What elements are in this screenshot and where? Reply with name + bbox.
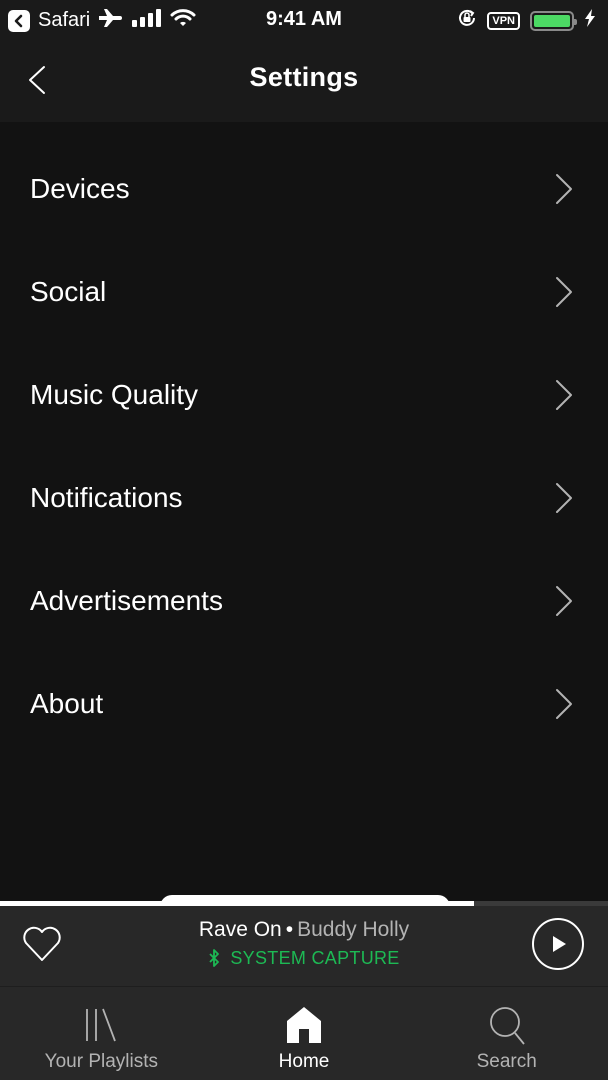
tab-label: Search	[476, 1051, 537, 1072]
vpn-badge: VPN	[487, 11, 520, 30]
menu-item-label: Devices	[30, 172, 130, 204]
status-bar: Safari 9:41 AM VPN	[0, 0, 608, 40]
menu-item-advertisements[interactable]: Advertisements	[0, 567, 608, 670]
menu-item-devices[interactable]: Devices	[0, 155, 608, 258]
tab-bar: Your Playlists Home Search	[0, 986, 608, 1080]
menu-item-label: Notifications	[30, 481, 183, 513]
tab-label: Your Playlists	[44, 1051, 159, 1072]
settings-menu: Devices Social Music Quality Notificatio…	[0, 122, 608, 773]
device-name: SYSTEM CAPTURE	[230, 948, 400, 968]
chevron-right-icon	[556, 379, 572, 410]
mini-player[interactable]: Rave On • Buddy Holly SYSTEM CAPTURE	[0, 906, 608, 986]
menu-item-label: Social	[30, 275, 107, 307]
track-artist: Buddy Holly	[297, 918, 410, 941]
track-info[interactable]: Rave On • Buddy Holly	[0, 918, 608, 942]
tab-home[interactable]: Home	[203, 987, 406, 1080]
menu-item-music-quality[interactable]: Music Quality	[0, 361, 608, 464]
home-icon	[284, 1005, 324, 1045]
menu-item-label: Music Quality	[30, 378, 199, 410]
play-icon	[553, 936, 566, 952]
menu-item-notifications[interactable]: Notifications	[0, 464, 608, 567]
track-title: Rave On	[198, 918, 282, 941]
menu-item-label: Advertisements	[30, 584, 223, 616]
menu-item-about[interactable]: About	[0, 670, 608, 773]
orientation-lock-icon	[457, 8, 477, 33]
bluetooth-icon	[209, 949, 220, 967]
search-icon	[487, 1005, 527, 1045]
navigation-bar: Settings	[0, 40, 608, 122]
status-bar-right: VPN	[457, 8, 596, 33]
chevron-right-icon	[556, 173, 572, 204]
page-title: Settings	[249, 62, 359, 92]
chevron-right-icon	[556, 688, 572, 719]
chevron-right-icon	[556, 276, 572, 307]
menu-item-social[interactable]: Social	[0, 258, 608, 361]
connected-device[interactable]: SYSTEM CAPTURE	[0, 948, 608, 969]
chevron-right-icon	[556, 585, 572, 616]
tab-label: Home	[278, 1051, 330, 1072]
library-icon	[81, 1005, 121, 1045]
tab-search[interactable]: Search	[405, 987, 608, 1080]
chevron-right-icon	[556, 482, 572, 513]
battery-level	[534, 14, 570, 27]
charging-bolt-icon	[584, 9, 596, 32]
play-button[interactable]	[532, 918, 584, 970]
battery-icon	[530, 10, 577, 31]
track-separator: •	[285, 918, 294, 941]
menu-item-label: About	[30, 687, 104, 719]
tab-your-playlists[interactable]: Your Playlists	[0, 987, 203, 1080]
